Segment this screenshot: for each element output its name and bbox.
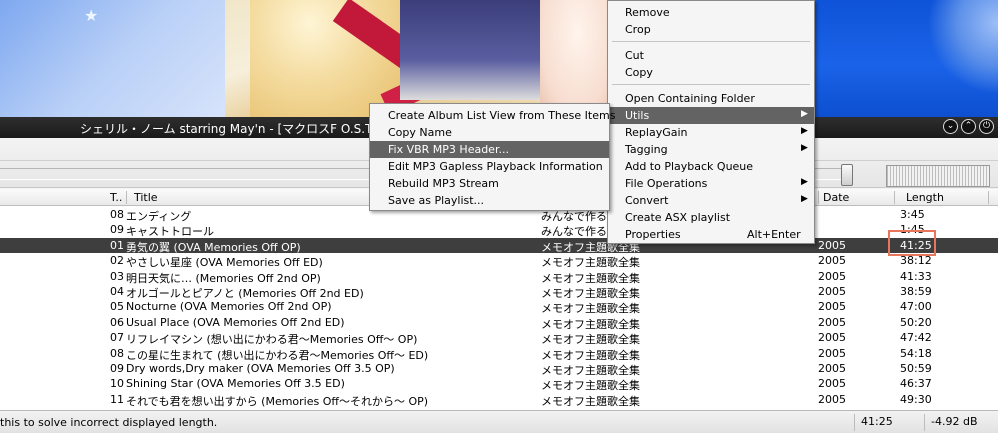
menu-item-tagging[interactable]: Tagging ▶	[608, 141, 814, 158]
status-time: 41:25	[854, 414, 922, 431]
submenu-arrow-icon: ▶	[801, 194, 808, 204]
cell-date: 2005	[818, 300, 846, 314]
table-row[interactable]: 03 明日天気に… (Memories Off 2nd OP) メモオフ主題歌全集 2…	[0, 269, 998, 285]
cell-length: 47:00	[900, 300, 932, 314]
length-highlight-box	[888, 230, 936, 256]
cell-track: 06	[110, 315, 124, 329]
cell-track: 05	[110, 300, 124, 314]
column-track[interactable]: T..	[110, 191, 122, 204]
cell-title: Dry words,Dry maker (OVA Memories Off 3.…	[126, 362, 395, 375]
cell-date: 2005	[818, 315, 846, 329]
volume-slider-handle[interactable]	[841, 164, 853, 186]
cell-track: 02	[110, 254, 124, 268]
menu-item-rebuild-mp3-stream[interactable]: Rebuild MP3 Stream	[370, 175, 609, 192]
table-row[interactable]: 09 キャストトロール みんなで作るよ 1:45	[0, 222, 998, 238]
cell-track: 08	[110, 208, 124, 221]
cell-track: 04	[110, 285, 124, 298]
menu-item-file-operations[interactable]: File Operations ▶	[608, 175, 814, 192]
menu-item-create-asx-playlist[interactable]: Create ASX playlist	[608, 209, 814, 226]
table-row[interactable]: 05 Nocturne (OVA Memories Off 2nd OP) メモオフ…	[0, 299, 998, 315]
menu-item-cut[interactable]: Cut	[608, 47, 814, 64]
utils-submenu: Create Album List View from These Items C…	[369, 103, 615, 211]
menu-item-crop[interactable]: Crop	[608, 21, 814, 38]
power-button[interactable]: ⏻	[979, 119, 994, 134]
submenu-arrow-icon: ▶	[801, 126, 808, 136]
collapse-button[interactable]: ⌄	[943, 119, 958, 134]
table-row[interactable]: 07 リフレイマシン (想い出にかわる君～Memories Off～ OP) メモオ…	[0, 330, 998, 346]
cell-length: 50:59	[900, 362, 932, 375]
cell-length: 50:20	[900, 315, 932, 329]
star-icon: ★	[84, 6, 99, 25]
cell-date: 2005	[818, 331, 846, 345]
cell-length: 41:33	[900, 269, 932, 283]
menu-item-add-to-playback-queue[interactable]: Add to Playback Queue	[608, 158, 814, 175]
menu-item-copy[interactable]: Copy	[608, 64, 814, 81]
cell-date: 2005	[818, 392, 846, 406]
status-bar: this to solve incorrect displayed length…	[0, 410, 998, 433]
cell-track: 10	[110, 377, 124, 391]
menu-item-replaygain[interactable]: ReplayGain ▶	[608, 124, 814, 141]
cell-length: 46:37	[900, 377, 932, 391]
table-row[interactable]: 11 それでも君を想い出すから (Memories Off～それから～ OP) メモ…	[0, 392, 998, 408]
cell-track: 09	[110, 223, 124, 237]
table-row[interactable]: 08 この星に生まれて (想い出にかわる君～Memories Off～ ED) メモ…	[0, 346, 998, 362]
submenu-arrow-icon: ▶	[801, 109, 808, 119]
menu-item-create-album-list-view-from-these-items[interactable]: Create Album List View from These Items	[370, 107, 615, 124]
cell-title: Shining Star (OVA Memories Off 3.5 ED)	[126, 377, 345, 391]
cell-date: 2005	[818, 377, 846, 391]
column-date[interactable]: Date	[823, 191, 849, 204]
menu-item-fix-vbr-mp3-header[interactable]: Fix VBR MP3 Header...	[370, 141, 609, 158]
cell-title: Nocturne (OVA Memories Off 2nd OP)	[126, 300, 332, 314]
cell-track: 01	[110, 238, 124, 252]
submenu-arrow-icon: ▶	[801, 177, 808, 187]
cell-date: 2005	[818, 346, 846, 360]
cell-track: 07	[110, 331, 124, 345]
cell-length: 49:30	[900, 392, 932, 406]
cell-title: Usual Place (OVA Memories Off 2nd ED)	[126, 315, 345, 329]
cell-length: 47:42	[900, 331, 932, 345]
table-row[interactable]: 04 オルゴールとピアノと (Memories Off 2nd ED) メモオフ主題…	[0, 284, 998, 300]
cell-track: 08	[110, 346, 124, 360]
cell-date: 2005	[818, 238, 846, 252]
menu-item-convert[interactable]: Convert ▶	[608, 192, 814, 209]
cell-date: 2005	[818, 254, 846, 268]
table-row-playing[interactable]: 01 勇気の翼 (OVA Memories Off OP) メモオフ主題歌全集 200…	[0, 237, 998, 254]
cell-album: メモオフ主題歌全集	[541, 394, 640, 408]
table-row[interactable]: 06 Usual Place (OVA Memories Off 2nd ED) メ…	[0, 315, 998, 331]
menu-item-copy-name[interactable]: Copy Name	[370, 124, 609, 141]
cell-track: 03	[110, 269, 124, 283]
menu-item-utils[interactable]: Utils ▶	[608, 107, 814, 124]
cell-date: 2005	[818, 269, 846, 283]
cell-date: 2005	[818, 362, 846, 375]
menu-item-save-as-playlist[interactable]: Save as Playlist...	[370, 192, 609, 209]
menu-item-remove[interactable]: Remove	[608, 4, 814, 21]
cell-track: 09	[110, 362, 124, 375]
table-row[interactable]: 09 Dry words,Dry maker (OVA Memories Off …	[0, 361, 998, 377]
cell-track: 11	[110, 392, 124, 406]
menu-separator	[612, 84, 810, 85]
menu-item-edit-mp3-gapless-playback-information[interactable]: Edit MP3 Gapless Playback Information	[370, 158, 609, 175]
spectrum-visualizer	[886, 165, 990, 187]
menu-separator	[612, 41, 810, 42]
column-title[interactable]: Title	[134, 191, 158, 204]
cell-length: 54:18	[900, 346, 932, 360]
submenu-arrow-icon: ▶	[801, 143, 808, 153]
status-gain: -4.92 dB	[924, 414, 994, 431]
shortcut-label: Alt+Enter	[747, 228, 801, 241]
cell-length: 38:59	[900, 285, 932, 298]
table-row[interactable]: 10 Shining Star (OVA Memories Off 3.5 ED)…	[0, 376, 998, 392]
menu-item-open-containing-folder[interactable]: Open Containing Folder	[608, 90, 814, 107]
album-artwork: ★	[0, 0, 998, 117]
context-menu: Remove Crop Cut Copy Open Containing Folder U…	[607, 0, 815, 244]
status-message: this to solve incorrect displayed length…	[0, 416, 218, 429]
menu-item-properties[interactable]: Properties Alt+Enter	[608, 226, 814, 243]
cell-length: 3:45	[900, 208, 925, 221]
expand-button[interactable]: ⌃	[961, 119, 976, 134]
table-row[interactable]: 02 やさしい星座 (OVA Memories Off ED) メモオフ主題歌全集 2…	[0, 253, 998, 269]
cell-date: 2005	[818, 285, 846, 298]
cell-title: それでも君を想い出すから (Memories Off～それから～ OP)	[126, 394, 429, 408]
playlist-view[interactable]: T.. Title Date Length 08 エンディング みんなで作るよ 3:4…	[0, 189, 998, 410]
cell-length: 38:12	[900, 254, 932, 268]
column-length[interactable]: Length	[906, 191, 944, 204]
